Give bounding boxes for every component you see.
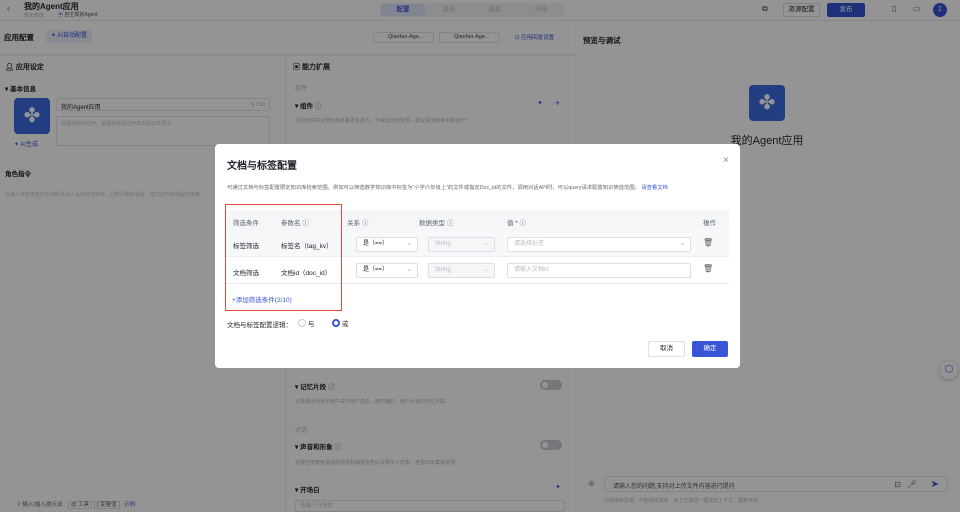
col-relation: 关系 ⓘ bbox=[347, 220, 369, 227]
doc-link[interactable]: 请查看文档 bbox=[641, 185, 668, 191]
dialog-title: 文档与标签配置 bbox=[227, 161, 297, 172]
logic-label: 文档与标签配置逻辑： bbox=[227, 322, 292, 329]
logic-and-radio[interactable]: 与 bbox=[298, 318, 314, 328]
row2-relation-select[interactable]: 是（==） ⌄ bbox=[356, 263, 418, 278]
logic-or-radio[interactable]: 或 bbox=[332, 318, 348, 328]
delete-row-icon[interactable]: 🗑︎ bbox=[703, 265, 713, 273]
col-dtype: 数据类型 ⓘ bbox=[419, 220, 454, 227]
cancel-button[interactable]: 取消 bbox=[648, 341, 685, 357]
row1-value-select[interactable]: 请选择标签 ⌄ bbox=[507, 237, 691, 252]
close-icon[interactable]: × bbox=[723, 156, 729, 166]
help-icon: ⓘ bbox=[446, 220, 454, 227]
delete-row-icon[interactable]: 🗑︎ bbox=[703, 239, 713, 247]
dialog-description: 可通过文档与标签配置限定知识库检索范围。例如可以筛选数学知识库中标签为"小学六年… bbox=[227, 185, 668, 191]
confirm-button[interactable]: 确定 bbox=[692, 341, 728, 357]
row2-value-input[interactable]: 请输入文档id bbox=[507, 263, 691, 278]
row2-dtype-select: String ⌄ bbox=[428, 263, 495, 278]
col-value: 值 * ⓘ bbox=[507, 220, 527, 227]
col-action: 操作 bbox=[703, 220, 716, 227]
help-icon: ⓘ bbox=[361, 220, 369, 227]
row1-relation-select[interactable]: 是（==） ⌄ bbox=[356, 237, 418, 252]
row1-dtype-select: String ⌄ bbox=[428, 237, 495, 252]
help-icon: ⓘ bbox=[519, 220, 527, 227]
highlight-box bbox=[225, 204, 342, 311]
doc-tag-config-dialog: 文档与标签配置 × 可通过文档与标签配置限定知识库检索范围。例如可以筛选数学知识… bbox=[215, 144, 740, 368]
